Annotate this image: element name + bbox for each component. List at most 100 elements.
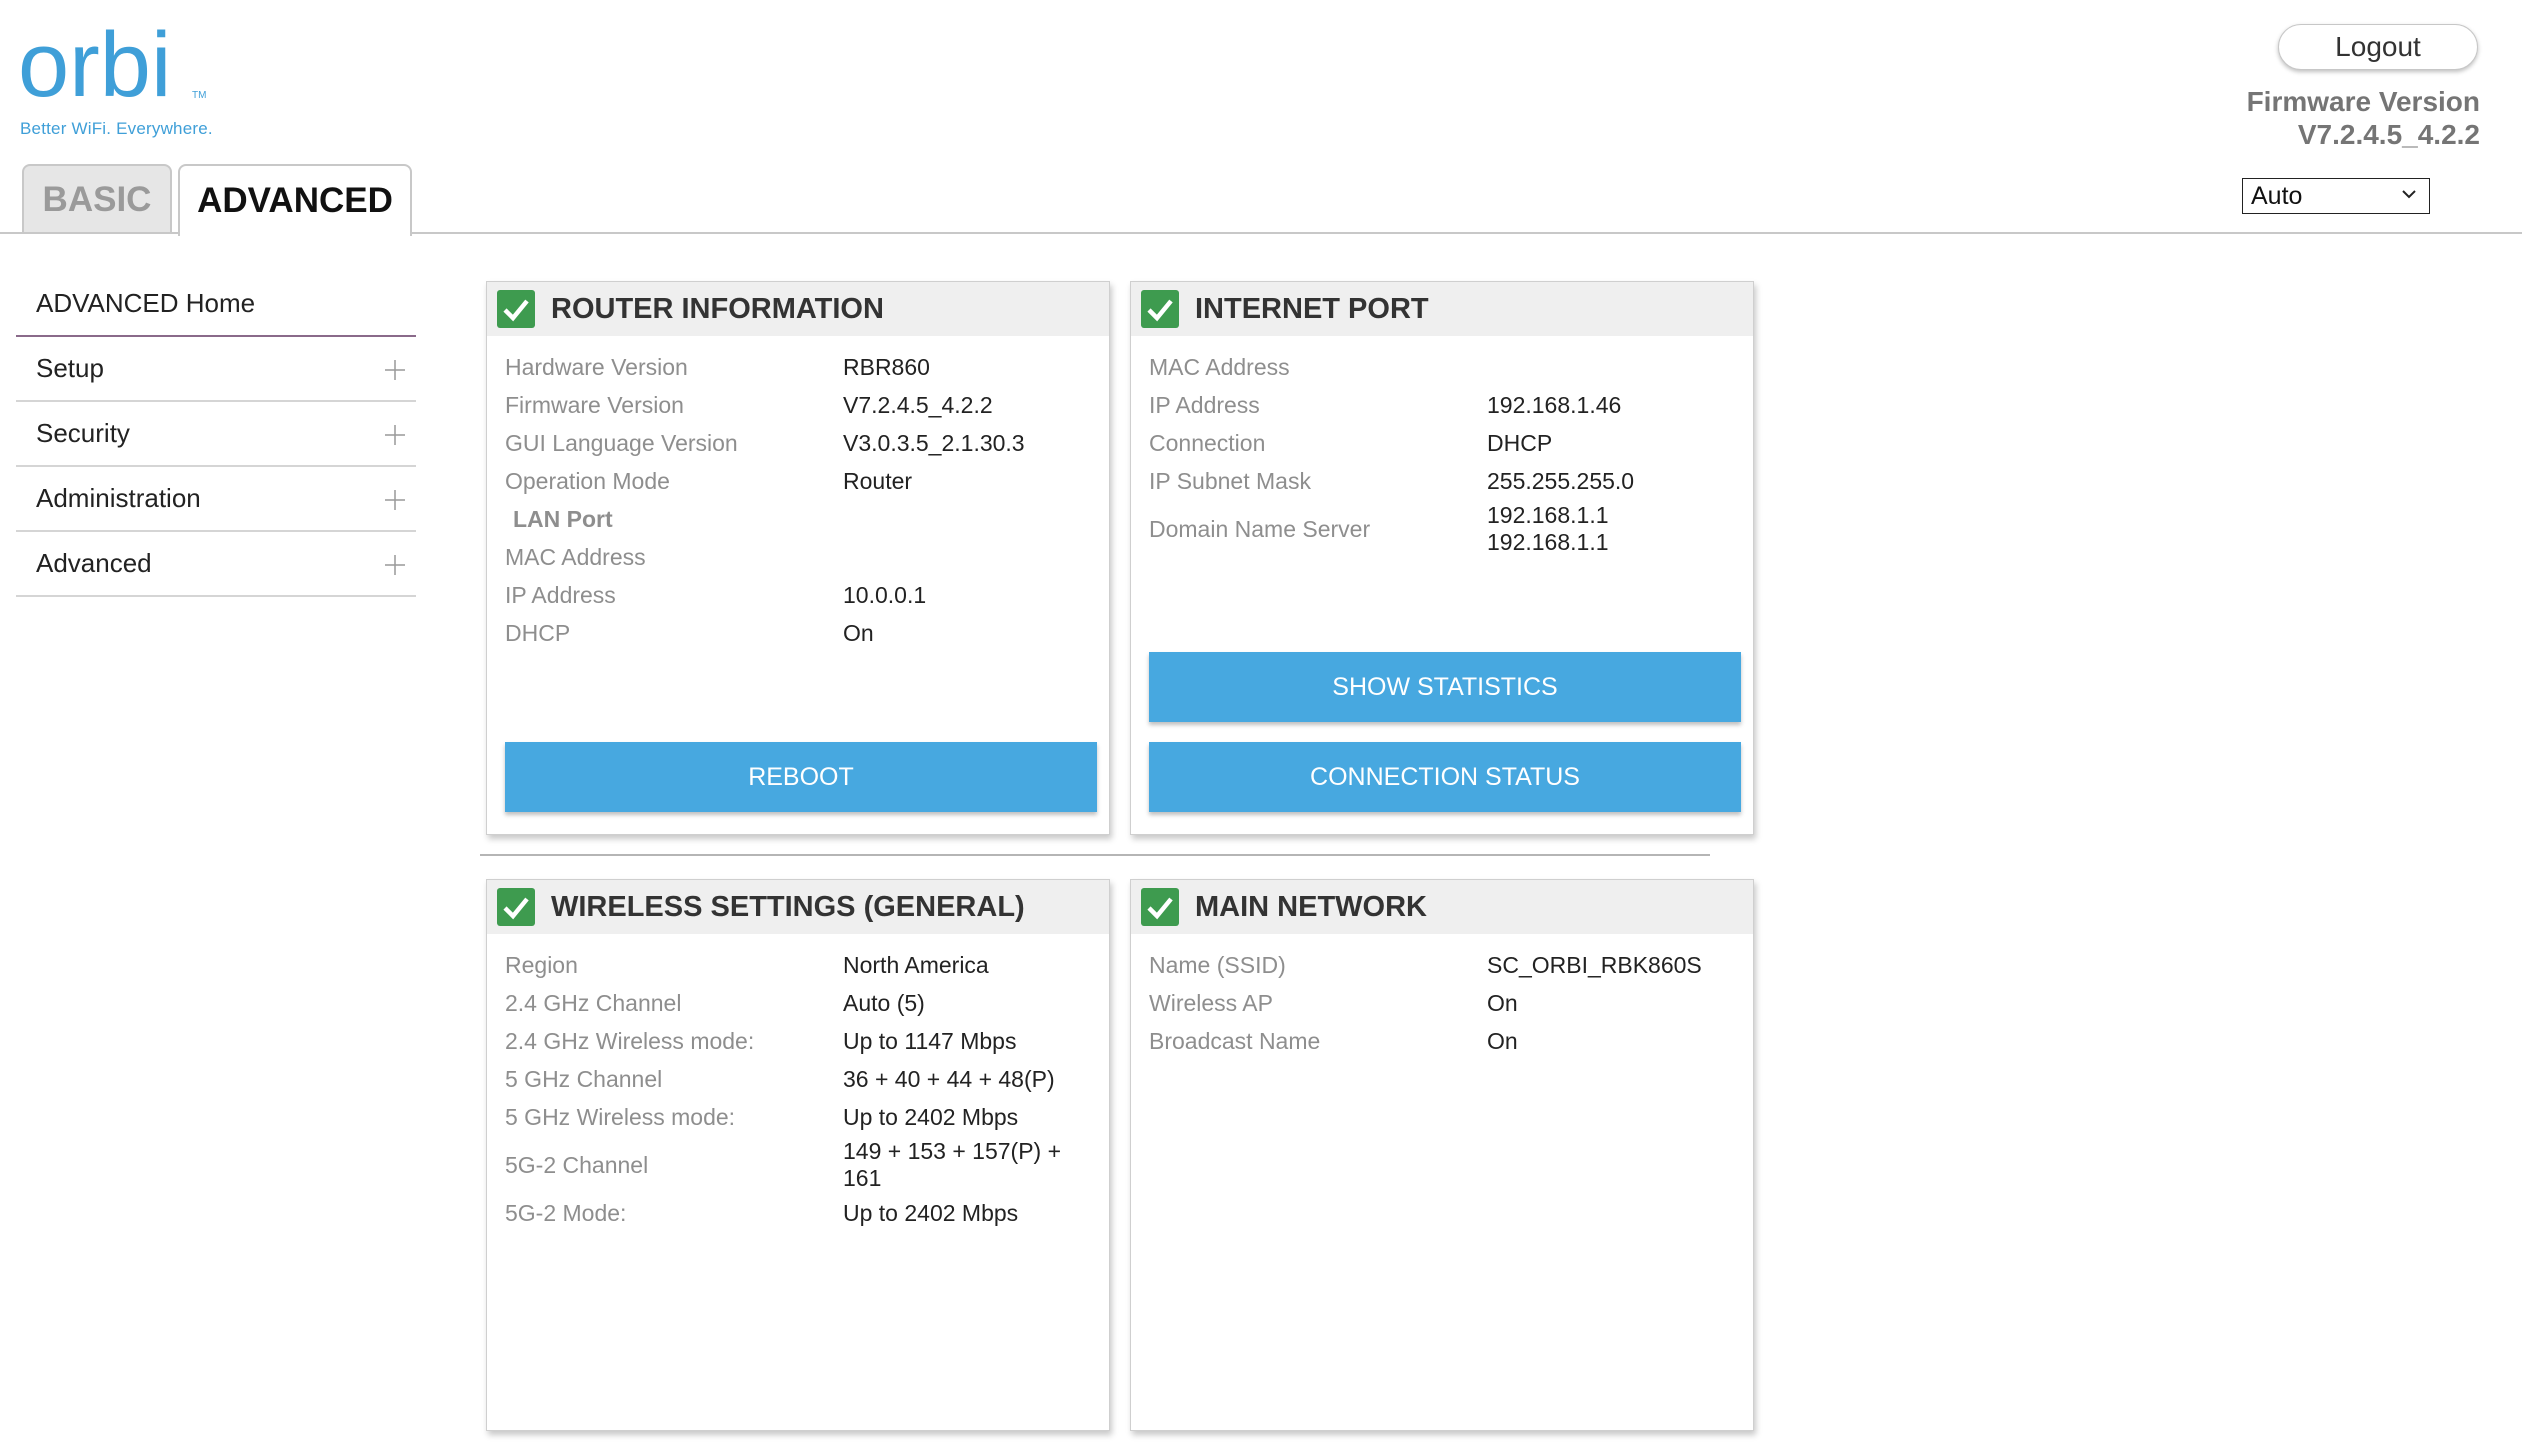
row-label: 2.4 GHz Channel — [505, 989, 682, 1016]
row-value: North America — [843, 951, 989, 978]
row-label: 5 GHz Channel — [505, 1065, 663, 1092]
info-row-24ghz-channel: 2.4 GHz Channel Auto (5) — [487, 984, 1109, 1022]
row-label: MAC Address — [505, 543, 646, 570]
sidebar-item-administration[interactable]: Administration — [16, 467, 416, 532]
panel-header: ROUTER INFORMATION — [487, 282, 1109, 336]
info-row-wireless-ap: Wireless AP On — [1131, 984, 1753, 1022]
row-value: 192.168.1.1 192.168.1.1 — [1487, 502, 1753, 556]
info-row-mac-address: MAC Address — [1131, 348, 1753, 386]
row-label: Region — [505, 951, 578, 978]
panel-header: MAIN NETWORK — [1131, 880, 1753, 934]
row-label: IP Address — [505, 581, 616, 608]
plus-icon — [385, 555, 405, 575]
row-label: MAC Address — [1149, 353, 1290, 380]
row-label: Connection — [1149, 429, 1266, 456]
connection-status-button[interactable]: CONNECTION STATUS — [1149, 742, 1741, 812]
sidebar-item-security[interactable]: Security — [16, 402, 416, 467]
sidebar-item-label: Administration — [36, 483, 201, 513]
channel-line-1: 149 + 153 + 157(P) + — [843, 1138, 1062, 1164]
row-value: 255.255.255.0 — [1487, 467, 1635, 494]
internet-port-panel: INTERNET PORT MAC Address IP Address 192.… — [1130, 281, 1754, 835]
sidebar-item-advanced[interactable]: Advanced — [16, 532, 416, 597]
row-label: 5 GHz Wireless mode: — [505, 1103, 736, 1130]
chevron-down-icon — [2402, 190, 2416, 199]
info-row-gui-language-version: GUI Language Version V3.0.3.5_2.1.30.3 — [487, 424, 1109, 462]
panel-title: ROUTER INFORMATION — [551, 292, 884, 325]
row-value: Up to 2402 Mbps — [843, 1103, 1019, 1130]
row-label: 5G-2 Channel — [505, 1151, 649, 1178]
tagline: Better WiFi. Everywhere. — [20, 119, 213, 138]
info-row-connection: Connection DHCP — [1131, 424, 1753, 462]
sidebar-item-label: Setup — [36, 353, 104, 383]
row-value: On — [1487, 989, 1518, 1016]
plus-icon — [385, 490, 405, 510]
section-lan-port: LAN Port — [487, 500, 1109, 538]
row-value: On — [843, 619, 874, 646]
main-network-panel: MAIN NETWORK Name (SSID) SC_ORBI_RBK860S … — [1130, 879, 1754, 1431]
dns-primary: 192.168.1.1 — [1487, 502, 1609, 528]
row-label: IP Address — [1149, 391, 1260, 418]
plus-icon — [385, 425, 405, 445]
panel-title: MAIN NETWORK — [1195, 890, 1427, 923]
panel-title: INTERNET PORT — [1195, 292, 1429, 325]
tab-advanced[interactable]: ADVANCED — [178, 164, 412, 236]
info-row-subnet-mask: IP Subnet Mask 255.255.255.0 — [1131, 462, 1753, 500]
row-value: V3.0.3.5_2.1.30.3 — [843, 429, 1025, 456]
sidebar: ADVANCED Home Setup Security Administrat… — [16, 272, 416, 597]
row-value: 149 + 153 + 157(P) + 161 — [843, 1138, 1109, 1192]
logout-button[interactable]: Logout — [2278, 24, 2478, 70]
row-label: Broadcast Name — [1149, 1027, 1321, 1054]
row-label: Operation Mode — [505, 467, 670, 494]
row-label: Name (SSID) — [1149, 951, 1286, 978]
reboot-button[interactable]: REBOOT — [505, 742, 1097, 812]
row-label: 5G-2 Mode: — [505, 1199, 627, 1226]
info-row-hardware-version: Hardware Version RBR860 — [487, 348, 1109, 386]
sidebar-item-label: Security — [36, 418, 130, 448]
row-label: IP Subnet Mask — [1149, 467, 1311, 494]
info-row-firmware-version: Firmware Version V7.2.4.5_4.2.2 — [487, 386, 1109, 424]
info-row-broadcast-name: Broadcast Name On — [1131, 1022, 1753, 1060]
row-value: SC_ORBI_RBK860S — [1487, 951, 1702, 978]
row-label: GUI Language Version — [505, 429, 738, 456]
info-row-5ghz-mode: 5 GHz Wireless mode: Up to 2402 Mbps — [487, 1098, 1109, 1136]
row-value: Up to 2402 Mbps — [843, 1199, 1019, 1226]
info-row-ssid: Name (SSID) SC_ORBI_RBK860S — [1131, 946, 1753, 984]
plus-icon — [385, 360, 405, 380]
row-label: 2.4 GHz Wireless mode: — [505, 1027, 755, 1054]
logo-text: orbi — [18, 22, 171, 102]
sidebar-item-label: ADVANCED Home — [36, 288, 256, 318]
row-value: On — [1487, 1027, 1518, 1054]
language-select-value: Auto — [2251, 181, 2303, 210]
row-value: 192.168.1.46 — [1487, 391, 1622, 418]
row-label: DHCP — [505, 619, 571, 646]
sidebar-item-setup[interactable]: Setup — [16, 337, 416, 402]
sidebar-item-label: Advanced — [36, 548, 152, 578]
panel-title: WIRELESS SETTINGS (GENERAL) — [551, 890, 1025, 923]
info-row-lan-ip-address: IP Address 10.0.0.1 — [487, 576, 1109, 614]
row-value: 10.0.0.1 — [843, 581, 927, 608]
tab-basic[interactable]: BASIC — [22, 164, 172, 234]
router-information-panel: ROUTER INFORMATION Hardware Version RBR86… — [486, 281, 1110, 835]
panel-header: WIRELESS SETTINGS (GENERAL) — [487, 880, 1109, 934]
row-label: Domain Name Server — [1149, 515, 1371, 542]
wireless-settings-panel: WIRELESS SETTINGS (GENERAL) Region North … — [486, 879, 1110, 1431]
row-value: RBR860 — [843, 353, 930, 380]
row-value: 36 + 40 + 44 + 48(P) — [843, 1065, 1055, 1092]
check-icon — [497, 290, 535, 328]
row-label: Hardware Version — [505, 353, 688, 380]
info-row-5ghz-channel: 5 GHz Channel 36 + 40 + 44 + 48(P) — [487, 1060, 1109, 1098]
row-value: V7.2.4.5_4.2.2 — [843, 391, 993, 418]
row-value: DHCP — [1487, 429, 1553, 456]
row-label: Wireless AP — [1149, 989, 1273, 1016]
firmware-version-value: V7.2.4.5_4.2.2 — [2297, 119, 2480, 150]
dns-secondary: 192.168.1.1 — [1487, 529, 1609, 555]
row-value: Router — [843, 467, 913, 494]
show-statistics-button[interactable]: SHOW STATISTICS — [1149, 652, 1741, 722]
sidebar-item-advanced-home[interactable]: ADVANCED Home — [16, 272, 416, 337]
info-row-24ghz-mode: 2.4 GHz Wireless mode: Up to 1147 Mbps — [487, 1022, 1109, 1060]
language-select[interactable]: Auto — [2242, 178, 2430, 214]
info-row-dhcp: DHCP On — [487, 614, 1109, 652]
row-value: Auto (5) — [843, 989, 925, 1016]
svg-text:TM: TM — [192, 90, 206, 101]
info-row-5g2-mode: 5G-2 Mode: Up to 2402 Mbps — [487, 1194, 1109, 1232]
